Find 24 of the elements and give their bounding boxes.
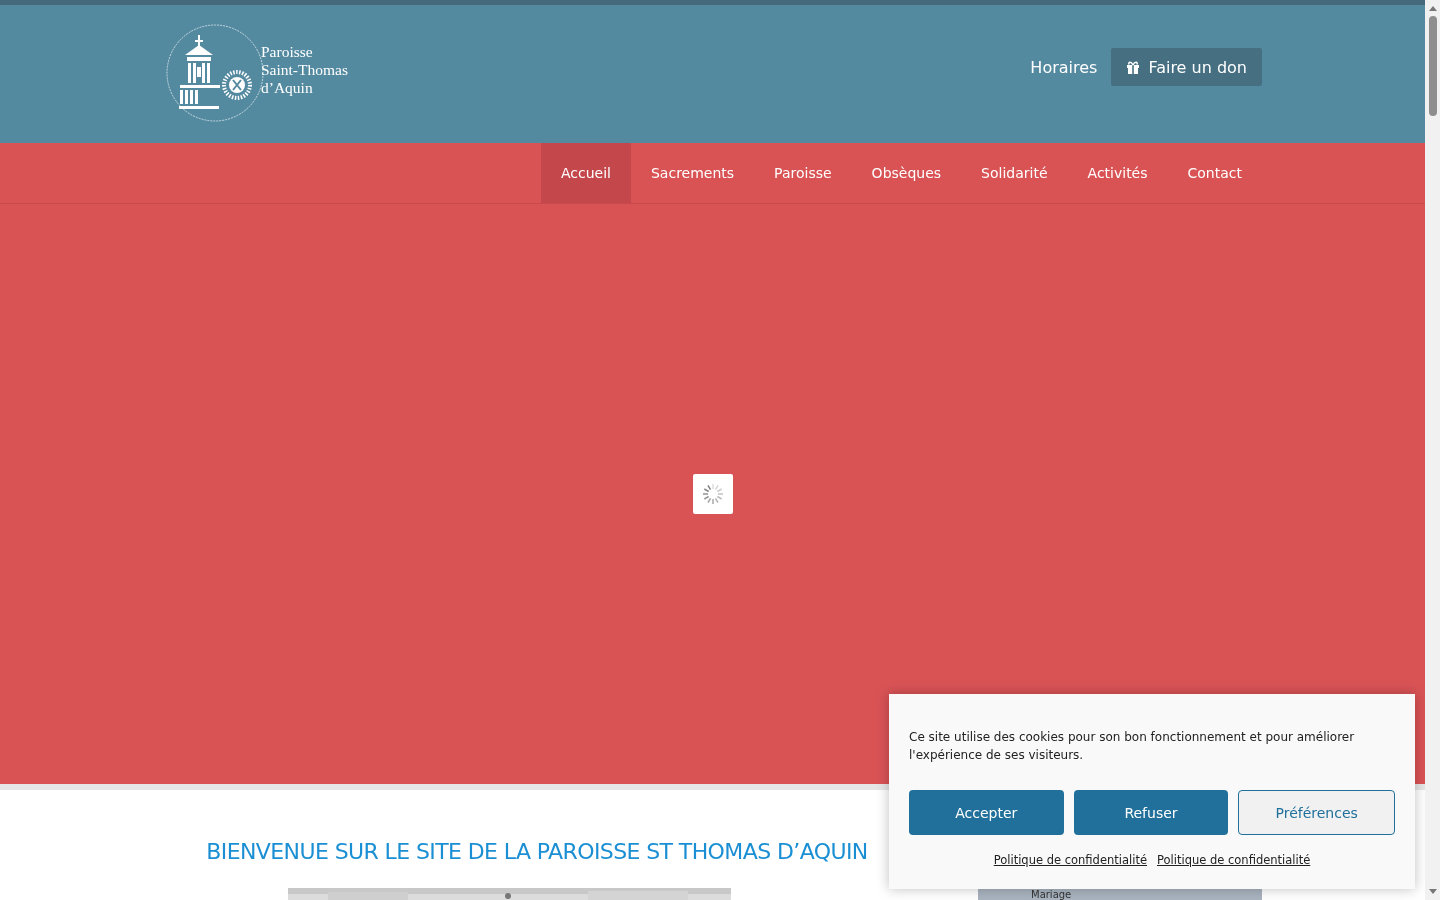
logo-text[interactable]: Paroisse Saint-Thomas d’Aquin (261, 43, 348, 97)
privacy-policy-link[interactable]: Politique de confidentialité (993, 853, 1147, 867)
privacy-policy-link[interactable]: Politique de confidentialité (1157, 853, 1311, 867)
accept-button[interactable]: Accepter (909, 790, 1064, 835)
refuse-button[interactable]: Refuser (1073, 790, 1229, 835)
scroll-up-icon[interactable] (1428, 6, 1437, 11)
page-heading: BIENVENUE SUR LE SITE DE LA PAROISSE ST THOMAS D’AQUIN (206, 839, 868, 864)
nav-tab[interactable]: Accueil (540, 143, 631, 203)
scroll-down-icon[interactable] (1428, 889, 1437, 894)
cookie-message: Ce site utilise des cookies pour son bon fonctionnement et pour améliorer l'expérience de ses visiteurs. (909, 729, 1356, 764)
nav-tab[interactable]: Contact (1167, 143, 1262, 203)
schedule-link[interactable]: Horaires (1030, 57, 1098, 77)
scrollbar-thumb[interactable] (1428, 16, 1437, 116)
gift-icon (1126, 60, 1141, 74)
loading-spinner-icon (701, 481, 725, 506)
preferences-button[interactable]: Préférences (1238, 790, 1395, 835)
nav-tab[interactable]: Paroisse (754, 143, 852, 203)
sidebar-item[interactable]: Mariage (978, 889, 1262, 900)
nav-tab[interactable]: Solidarité (961, 143, 1068, 203)
nav-tab[interactable]: Obsèques (851, 143, 962, 203)
scrollbar[interactable] (1425, 0, 1440, 900)
nav-tab[interactable]: Sacrements (630, 143, 755, 203)
nav-tab[interactable]: Activités (1067, 143, 1168, 203)
donate-button[interactable]: Faire un don (1111, 48, 1262, 86)
